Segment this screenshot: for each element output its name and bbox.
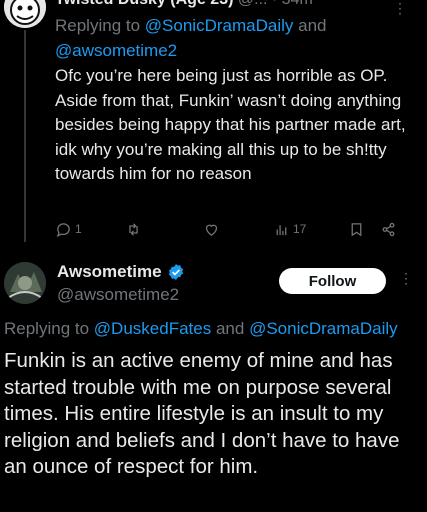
replying-joiner: and [215,319,245,338]
reply-count: 1 [75,222,82,236]
tweet-text: Ofc you’re here being just as horrible a… [55,66,406,183]
mention-link[interactable]: @awsometime2 [55,41,177,60]
avatar[interactable] [4,0,46,28]
reply-icon [56,222,70,237]
views-button[interactable]: 17 [273,218,306,240]
like-button[interactable] [203,218,220,240]
author-handle[interactable]: @awsometime2 [57,285,179,305]
author-handle[interactable]: @... · 34m [238,0,313,8]
action-bar: 1 17 [55,218,415,240]
replying-prefix: Replying to [4,319,90,338]
avatar-image [4,0,46,28]
avatar[interactable] [4,262,46,304]
replying-joiner: and [298,16,327,35]
reply-button[interactable]: 1 [55,218,82,240]
share-icon [382,222,395,236]
mention-link[interactable]: @DuskedFates [94,319,211,338]
mention-link[interactable]: @SonicDramaDaily [249,319,398,338]
retweet-button[interactable] [125,218,142,240]
verified-badge-icon [168,264,183,280]
avatar-image [4,262,46,304]
replying-to: Replying to @SonicDramaDaily and @awsome… [55,13,415,63]
share-button[interactable] [380,218,397,240]
mention-link[interactable]: @SonicDramaDaily [145,16,294,35]
replying-to: Replying to @DuskedFates and @SonicDrama… [4,316,398,341]
more-icon[interactable]: ⋮ [399,270,413,287]
author-name-text: Awsometime [57,262,162,281]
views-count: 17 [293,222,307,236]
author-name[interactable]: Twisted Dusky (Age 23) [55,0,233,8]
main-tweet: Awsometime @awsometime2 Follow ⋮ Replyin… [0,250,427,512]
tweet-text: Funkin is an active enemy of mine and ha… [4,349,400,478]
thread-line [24,30,26,242]
author-name[interactable]: Awsometime [57,262,185,282]
like-icon [205,224,218,236]
reply-header: Twisted Dusky (Age 23) @... · 34m [55,0,427,10]
retweet-icon [129,222,138,236]
follow-button[interactable]: Follow [279,268,386,294]
reply-tweet[interactable]: Twisted Dusky (Age 23) @... · 34m ⋮ Repl… [0,0,427,250]
bookmark-icon [351,222,362,236]
views-icon [276,224,287,235]
replying-prefix: Replying to [55,16,141,35]
bookmark-button[interactable] [348,218,365,240]
